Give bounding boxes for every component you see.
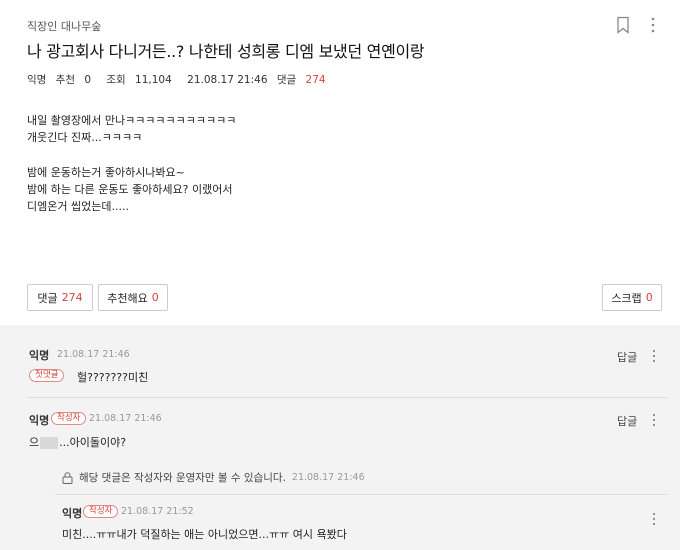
- comments-count: 274: [305, 74, 326, 86]
- hidden-note-text: 해당 댓글은 작성자와 운영자만 볼 수 있습니다.: [79, 472, 286, 484]
- reply-text: 미친....ㅠㅠ내가 덕질하는 애는 아니었으면...ㅠㅠ 여시 욕봤다: [62, 528, 347, 541]
- post-date: 21.08.17 21:46: [187, 74, 268, 86]
- more-vertical-icon[interactable]: [646, 16, 660, 34]
- reply-divider: [55, 494, 667, 495]
- comment-text-before: 으: [29, 436, 40, 449]
- views-count: 11,104: [135, 74, 172, 86]
- comment-author: 익명: [29, 349, 50, 362]
- lock-icon: [62, 471, 73, 484]
- scrap-button[interactable]: 스크랩 0: [602, 284, 662, 311]
- scrap-button-label: 스크랩: [611, 291, 642, 305]
- recommend-button[interactable]: 추천해요 0: [98, 284, 168, 311]
- hidden-comment-note: 해당 댓글은 작성자와 운영자만 볼 수 있습니다. 21.08.17 21:4…: [62, 470, 365, 485]
- reply-author: 익명: [62, 507, 83, 520]
- writer-badge: 작성자: [83, 505, 119, 518]
- writer-badge: 작성자: [51, 412, 87, 425]
- post-meta: 익명 추천 0 조회 11,104 21.08.17 21:46 댓글 274: [27, 72, 338, 87]
- comment-button[interactable]: 댓글 274: [27, 284, 93, 311]
- blurred-text: [40, 437, 59, 449]
- bookmark-icon[interactable]: [616, 16, 630, 34]
- comment-text: 헐???????미친: [77, 371, 149, 384]
- comment-divider: [27, 397, 667, 398]
- reply-date: 21.08.17 21:52: [121, 506, 194, 517]
- hidden-note-date: 21.08.17 21:46: [291, 472, 365, 483]
- reply-button[interactable]: 답글: [617, 349, 637, 365]
- body-line: 내일 촬영장에서 만나ㅋㅋㅋㅋㅋㅋㅋㅋㅋㅋㅋ: [27, 114, 237, 127]
- recommend-count: 0: [84, 74, 92, 86]
- recommend-label: 추천: [55, 74, 75, 86]
- more-vertical-icon[interactable]: [650, 349, 658, 363]
- comments-label: 댓글: [276, 74, 297, 86]
- body-line: 밤에 운동하는거 좋아하시나봐요~: [27, 166, 185, 179]
- body-line: 디엠온거 씹었는데.....: [27, 200, 129, 213]
- views-label: 조회: [106, 74, 126, 86]
- recommend-button-count: 0: [151, 291, 159, 304]
- comment-button-label: 댓글: [37, 291, 58, 305]
- more-vertical-icon[interactable]: [650, 512, 658, 526]
- body-line: 밤에 하는 다른 운동도 좋아하세요? 이랬어서: [27, 183, 233, 196]
- more-vertical-icon[interactable]: [650, 413, 658, 427]
- comment-button-count: 274: [61, 291, 83, 304]
- post-body: 내일 촬영장에서 만나ㅋㅋㅋㅋㅋㅋㅋㅋㅋㅋㅋ 개웃긴다 진짜...ㅋㅋㅋㅋ 밤에…: [27, 112, 236, 215]
- recommend-button-label: 추천해요: [107, 291, 148, 305]
- comment-text-after: ...아이돌이야?: [59, 436, 127, 449]
- comment-text: 으 ...아이돌이야?: [29, 434, 126, 450]
- body-blank-line: [27, 146, 236, 164]
- post-title: 나 광고회사 다니거든..? 나한테 성희롱 디엠 보냈던 연옌이랑: [27, 42, 425, 61]
- board-name[interactable]: 직장인 대나무숲: [27, 18, 101, 34]
- first-comment-badge: 첫댓글: [29, 369, 65, 382]
- comment-author: 익명: [29, 414, 50, 427]
- scrap-button-count: 0: [645, 291, 653, 304]
- post-author: 익명: [27, 74, 47, 86]
- reply-button[interactable]: 답글: [617, 413, 637, 429]
- comment-date: 21.08.17 21:46: [57, 349, 130, 360]
- comment-date: 21.08.17 21:46: [89, 413, 162, 424]
- body-line: 개웃긴다 진짜...ㅋㅋㅋㅋ: [27, 131, 143, 144]
- post-card: 직장인 대나무숲 나 광고회사 다니거든..? 나한테 성희롱 디엠 보냈던 연…: [0, 0, 680, 325]
